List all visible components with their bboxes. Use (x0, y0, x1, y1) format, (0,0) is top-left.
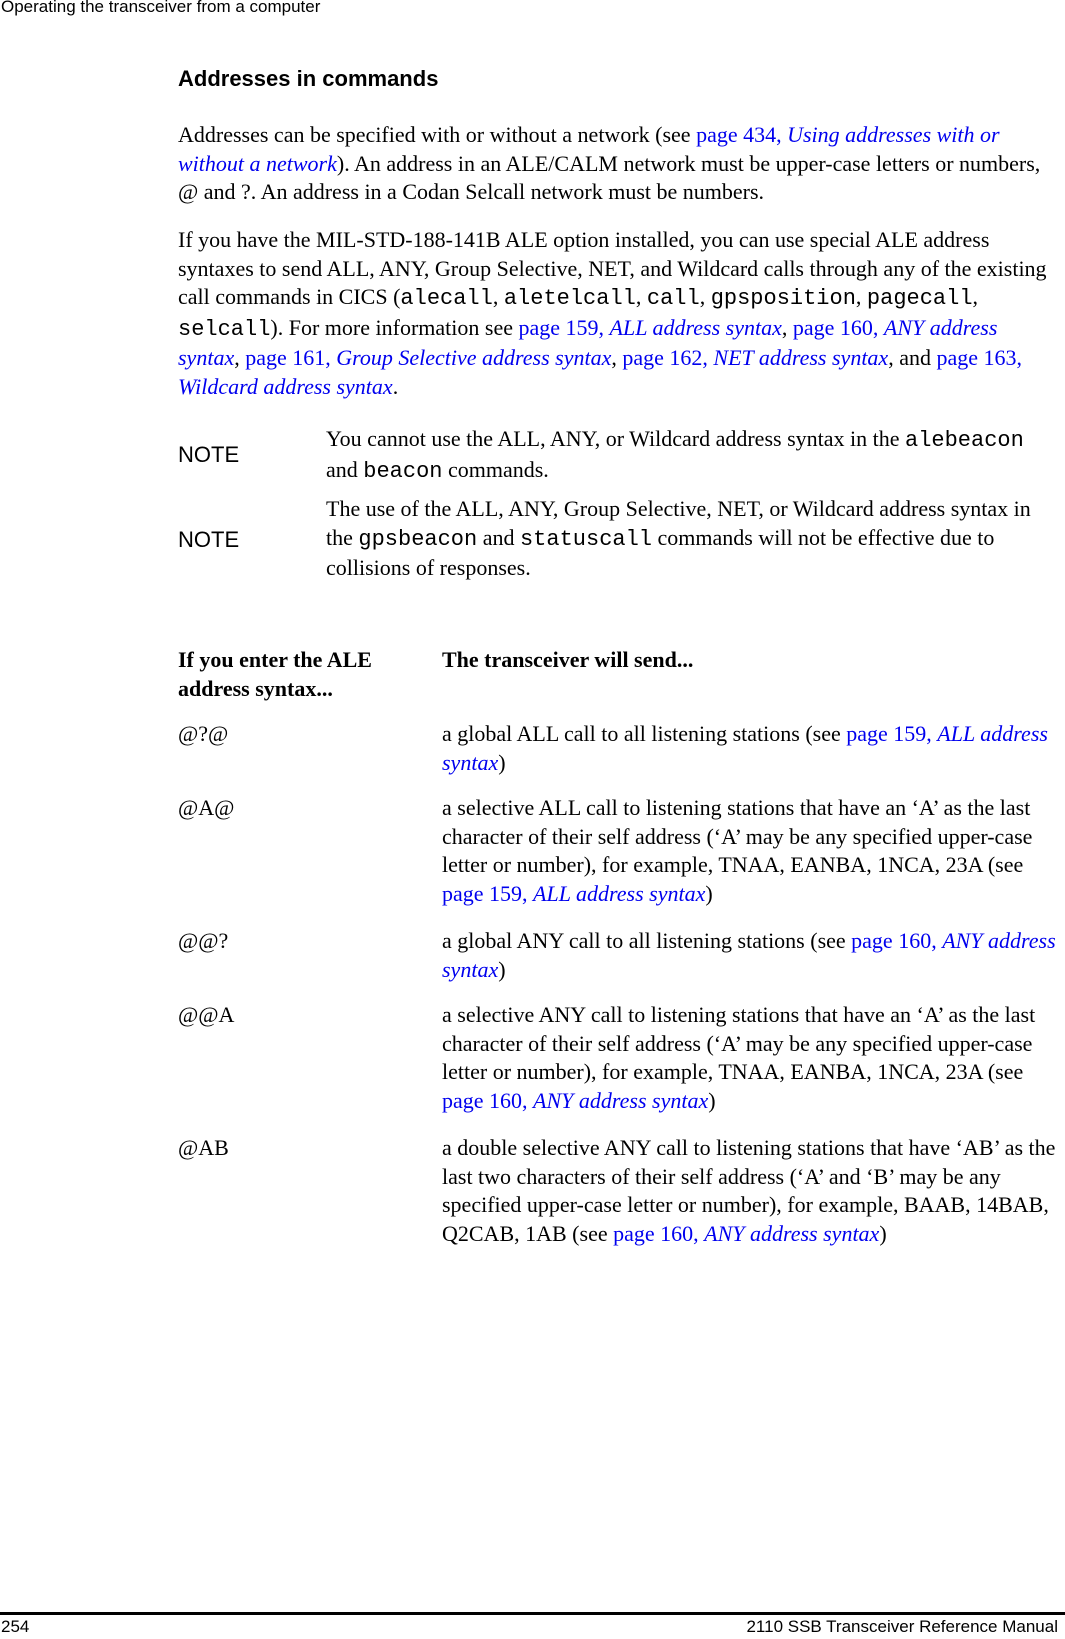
command-aletelcall: aletelcall (503, 286, 636, 312)
intro-paragraph: Addresses can be specified with or witho… (178, 121, 1058, 207)
table-row-syntax: @A@ (178, 795, 235, 820)
link-all-address-syntax[interactable]: page 159, ALL address syntax (442, 881, 705, 906)
link-all-address-syntax[interactable]: page 159, ALL address syntax (518, 315, 781, 340)
page-number: 254 (1, 1617, 30, 1636)
command-call: call (646, 286, 700, 312)
section-heading: Addresses in commands (178, 66, 439, 91)
table-row-description: a double selective ANY call to listening… (442, 1135, 1056, 1246)
note-text: The use of the ALL, ANY, Group Selective… (326, 496, 1031, 581)
command-gpsposition: gpsposition (710, 286, 856, 312)
command-gpsbeacon: gpsbeacon (358, 526, 478, 552)
note-label: NOTE (178, 442, 240, 467)
link-net-address-syntax[interactable]: page 162, NET address syntax (622, 345, 888, 370)
table-row-syntax: @@A (178, 1002, 235, 1027)
table-row-description: a selective ALL call to listening statio… (442, 795, 1033, 906)
table-row-syntax: @@? (178, 928, 229, 953)
note-label: NOTE (178, 527, 240, 552)
table-header-syntax: If you enter the ALE address syntax... (178, 647, 372, 701)
footer-divider (0, 1612, 1065, 1615)
command-statuscall: statuscall (519, 526, 653, 552)
note-text: You cannot use the ALL, ANY, or Wildcard… (326, 426, 1024, 484)
table-row-description: a global ALL call to all listening stati… (442, 721, 1048, 775)
text: Addresses can be specified with or witho… (178, 122, 697, 147)
manual-title: 2110 SSB Transceiver Reference Manual (746, 1617, 1058, 1636)
command-beacon: beacon (363, 458, 443, 484)
command-alebeacon: alebeacon (905, 428, 1024, 453)
table-row-syntax: @?@ (178, 721, 229, 746)
table-row-description: a global ANY call to all listening stati… (442, 928, 1056, 982)
command-alecall: alecall (400, 286, 493, 312)
link-group-selective-address-syntax[interactable]: page 161, Group Selective address syntax (245, 345, 611, 370)
running-header: Operating the transceiver from a compute… (1, 0, 321, 16)
command-selcall: selcall (178, 316, 271, 342)
link-any-address-syntax[interactable]: page 160, ANY address syntax (442, 1088, 708, 1113)
ale-paragraph: If you have the MIL-STD-188-141B ALE opt… (178, 227, 1047, 399)
table-row-description: a selective ANY call to listening statio… (442, 1002, 1036, 1113)
link-any-address-syntax[interactable]: page 160, ANY address syntax (613, 1221, 879, 1246)
table-row-syntax: @AB (178, 1135, 229, 1160)
table-header-result: The transceiver will send... (442, 647, 694, 672)
command-pagecall: pagecall (866, 286, 973, 312)
